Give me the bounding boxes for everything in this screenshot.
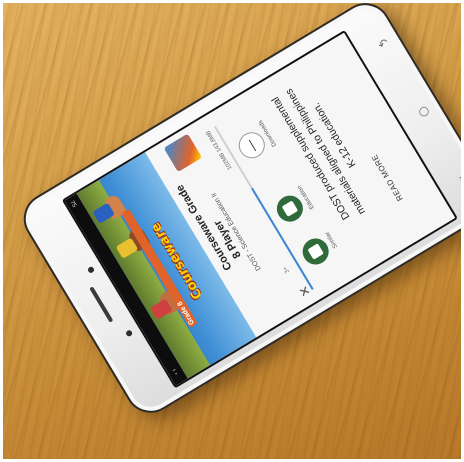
content-rating: 3+ [282, 264, 292, 274]
earpiece-speaker [89, 286, 114, 323]
front-camera-dot [86, 265, 96, 274]
status-icons: ᵻ ◔ [170, 368, 181, 380]
education-icon [281, 200, 299, 217]
home-key-icon[interactable]: ○ [415, 102, 432, 119]
app-icon [163, 133, 203, 173]
back-key-icon[interactable]: ↶ [375, 35, 392, 52]
downloads-icon [248, 139, 257, 152]
menu-key-icon[interactable]: ≡ [456, 169, 464, 186]
sensor-dot [124, 329, 134, 338]
status-time: 75 [68, 199, 77, 209]
read-more-button[interactable]: READ MORE [370, 153, 405, 203]
similar-apps-icon [307, 243, 324, 260]
